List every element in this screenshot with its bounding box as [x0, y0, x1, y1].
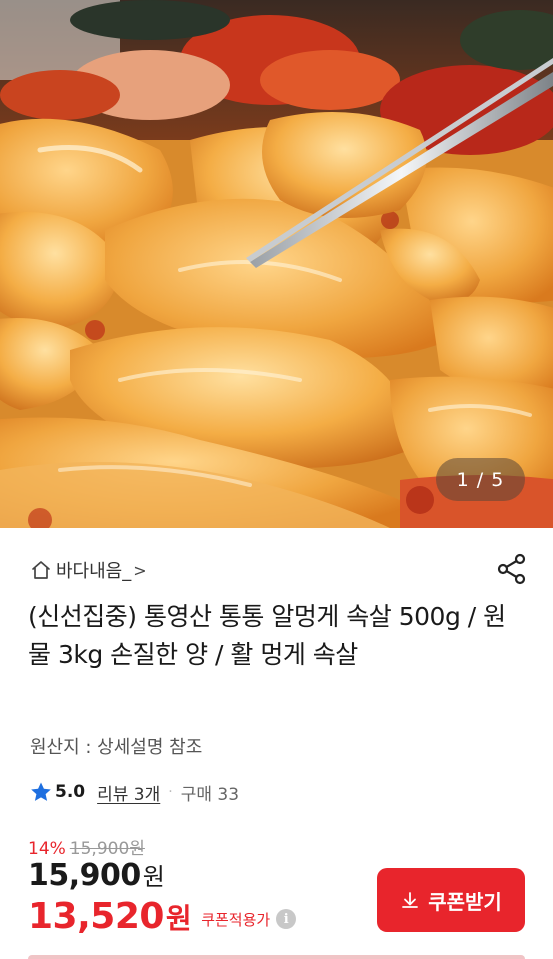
coupon-price: 13,520원: [28, 895, 192, 937]
info-icon[interactable]: i: [276, 909, 297, 929]
home-icon: [32, 561, 50, 579]
sale-price: 15,900원: [28, 857, 165, 893]
rating-row: 5.0 리뷰 3개 · 구매 33: [30, 779, 239, 805]
star-icon: [31, 782, 51, 801]
download-coupon-button[interactable]: 쿠폰받기: [377, 868, 525, 932]
original-price-unit: 원: [129, 839, 145, 859]
store-name: 바다내음_: [56, 561, 132, 582]
product-photo: [0, 0, 553, 528]
separator-dot: ·: [168, 784, 173, 800]
discount-row: 14% 15,900원: [28, 834, 145, 859]
coupon-price-value: 13,520: [28, 895, 164, 937]
discount-rate: 14%: [28, 839, 66, 859]
bottom-sheet-edge: [28, 955, 525, 959]
download-icon: [402, 892, 419, 908]
origin-info: 원산지 : 상세설명 참조: [30, 737, 203, 758]
sale-price-unit: 원: [142, 863, 165, 891]
store-link[interactable]: 바다내음_ >: [30, 556, 147, 584]
product-image-gallery[interactable]: 1 / 5: [0, 0, 553, 528]
coupon-button-label: 쿠폰받기: [428, 891, 502, 914]
purchase-count: 구매 33: [180, 784, 240, 805]
rating-score: 5.0: [55, 782, 86, 802]
chevron-right-icon: >: [133, 560, 147, 580]
coupon-price-row: 13,520원 쿠폰적용가 i: [28, 893, 297, 939]
coupon-price-unit: 원: [165, 901, 192, 935]
review-count-link[interactable]: 리뷰 3개: [97, 780, 160, 805]
product-title: (신선집중) 통영산 통통 알멍게 속살 500g / 원물 3kg 손질한 양…: [28, 602, 506, 669]
coupon-applied-label: 쿠폰적용가: [201, 910, 271, 929]
share-icon[interactable]: [496, 552, 528, 586]
image-pager-indicator: 1 / 5: [436, 458, 525, 501]
original-price-value: 15,900: [69, 839, 130, 859]
sale-price-value: 15,900: [28, 858, 141, 893]
original-price: 15,900원: [70, 834, 145, 859]
